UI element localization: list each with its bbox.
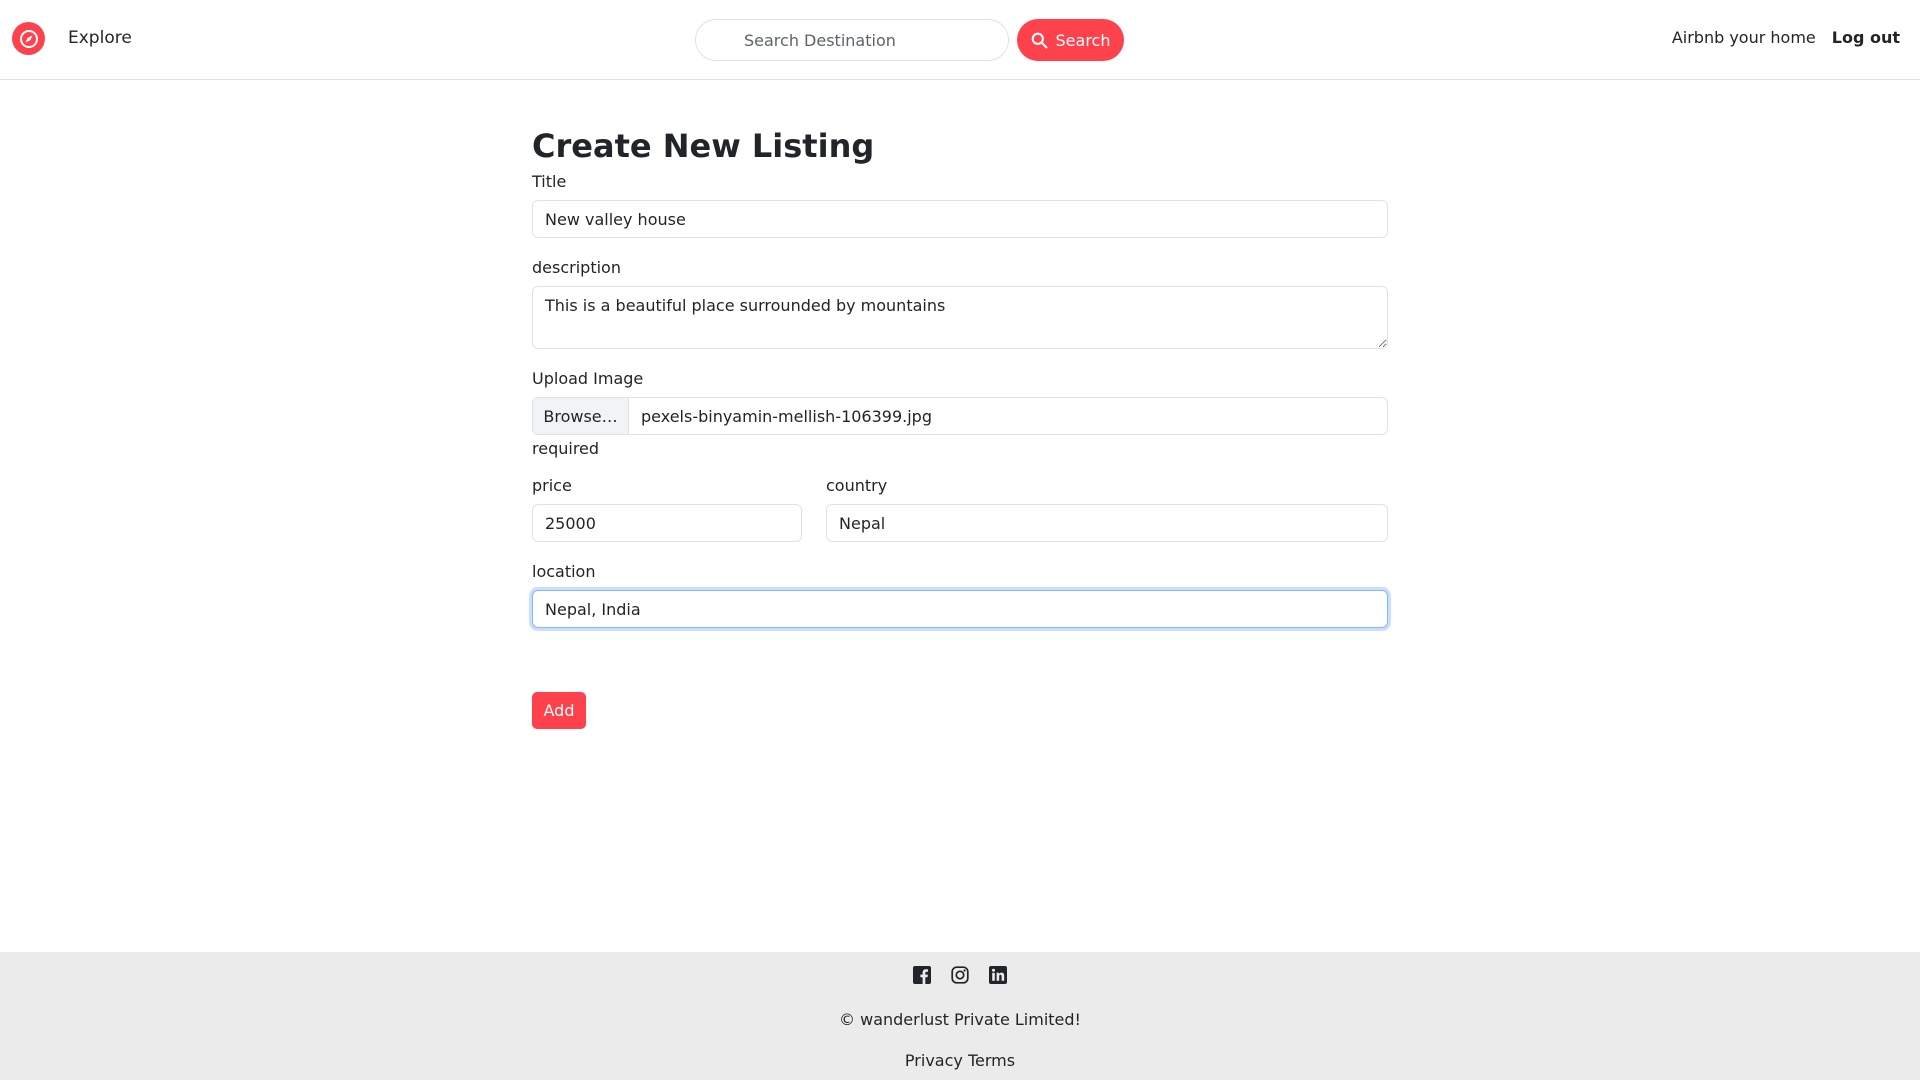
location-group: location [532,562,1388,628]
upload-image-label: Upload Image [532,369,644,388]
search-input[interactable] [695,19,1009,61]
logo-compass-icon[interactable] [12,22,45,55]
logout-link[interactable]: Log out [1832,28,1900,47]
create-listing-form: Create New Listing Title description Thi… [532,126,1388,729]
submit-row: Add [532,692,1388,729]
copyright-text: © wanderlust Private Limited! [839,1010,1081,1029]
required-text: required [532,439,600,458]
footer-links[interactable]: Privacy Terms [0,1051,1920,1070]
image-group: Upload Image Browse… pexels-binyamin-mel… [532,369,1388,458]
description-textarea[interactable]: This is a beautiful place surrounded by … [532,286,1388,349]
airbnb-your-home-link[interactable]: Airbnb your home [1672,28,1816,47]
nav-right: Airbnb your home Log out [1672,28,1900,47]
price-input[interactable] [532,504,802,542]
location-label: location [532,562,596,581]
file-name: pexels-binyamin-mellish-106399.jpg [641,406,932,426]
country-group: country [826,476,1388,542]
linkedin-icon[interactable] [989,966,1007,984]
description-label: description [532,258,621,277]
add-button[interactable]: Add [532,692,586,729]
title-input[interactable] [532,200,1388,238]
navbar: Explore Search Airbnb your home Log out [0,0,1920,80]
location-input[interactable] [532,590,1388,628]
search-button[interactable]: Search [1017,19,1124,61]
country-label: country [826,476,888,495]
explore-link[interactable]: Explore [68,28,132,48]
description-group: description This is a beautiful place su… [532,258,1388,349]
compass-icon [19,29,38,48]
browse-button[interactable]: Browse… [533,398,629,434]
price-group: price [532,476,802,542]
search-icon [1031,32,1047,48]
page-title: Create New Listing [532,127,875,165]
title-group: Title [532,172,1388,238]
price-label: price [532,476,572,495]
social-links [0,966,1920,984]
search-button-label: Search [1055,30,1111,50]
facebook-icon[interactable] [913,966,931,984]
instagram-icon[interactable] [951,966,969,984]
title-label: Title [532,172,567,191]
price-country-row: price country [532,476,1388,542]
file-input[interactable]: Browse… pexels-binyamin-mellish-106399.j… [532,397,1388,435]
country-input[interactable] [826,504,1388,542]
footer: © wanderlust Private Limited! Privacy Te… [0,952,1920,1080]
